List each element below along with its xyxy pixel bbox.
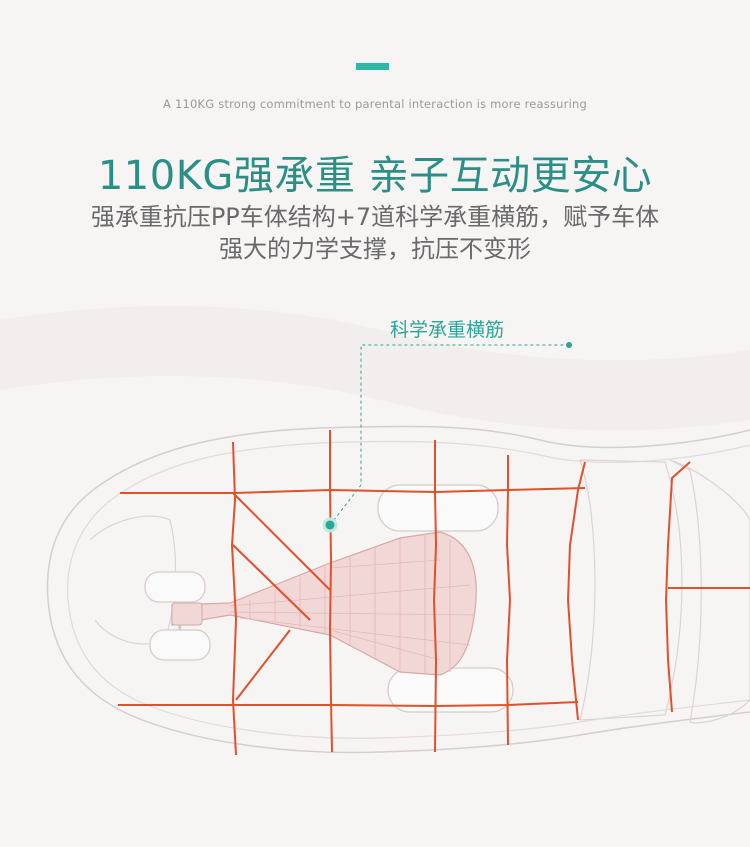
rib-vertical-5 xyxy=(567,461,586,721)
wheel-front-top xyxy=(144,571,206,603)
rib-diagonal-3 xyxy=(235,629,291,701)
description: 强承重抗压PP车体结构+7道科学承重横筋，赋予车体 强大的力学支撑，抗压不变形 xyxy=(40,201,710,265)
english-subtitle: A 110KG strong commitment to parental in… xyxy=(163,97,587,111)
accent-bar xyxy=(356,63,389,70)
background-swoosh xyxy=(0,306,750,431)
rib-diagonal-1 xyxy=(232,492,331,591)
wheel-front-bottom xyxy=(149,629,211,661)
reinforcement-ribs xyxy=(118,430,750,756)
rib-vertical-1 xyxy=(231,441,237,756)
chassis-frame xyxy=(171,531,477,676)
car-body-illustration xyxy=(0,306,750,756)
description-line-2: 强大的力学支撑，抗压不变形 xyxy=(219,235,531,263)
headline: 110KG强承重 亲子互动更安心 xyxy=(97,153,653,199)
callout-anchor-dot xyxy=(322,517,338,533)
callout-end-dot xyxy=(566,342,572,348)
front-mount xyxy=(171,602,203,626)
rib-horizontal-top xyxy=(120,487,586,494)
callout-label: 科学承重横筋 xyxy=(390,319,505,341)
description-line-1: 强承重抗压PP车体结构+7道科学承重横筋，赋予车体 xyxy=(90,203,660,231)
